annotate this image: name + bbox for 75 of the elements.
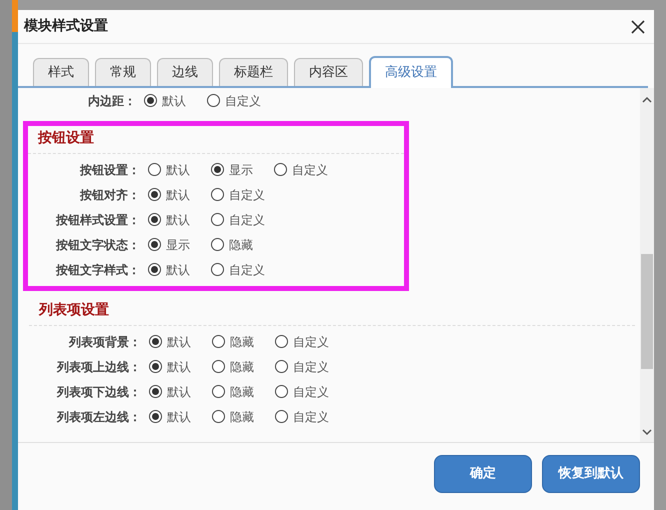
radio-icon	[149, 385, 162, 398]
radio-option[interactable]: 自定义	[211, 186, 274, 204]
radio-option[interactable]: 默认	[148, 260, 211, 278]
radio-icon	[148, 213, 161, 226]
radio-icon	[149, 410, 162, 423]
radio-option[interactable]: 隐藏	[212, 408, 275, 426]
radio-icon	[211, 238, 224, 251]
radio-icon	[275, 410, 288, 423]
field-label: 列表项上边线：	[56, 358, 141, 376]
radio-icon	[149, 335, 162, 348]
radio-option[interactable]: 自定义	[211, 210, 274, 228]
section-title: 列表项设置	[39, 301, 109, 320]
radio-option[interactable]: 默认	[149, 332, 212, 350]
field-label: 按钮样式设置：	[54, 212, 140, 228]
field-label: 列表项下边线：	[56, 384, 141, 400]
radio-option[interactable]: 默认	[144, 92, 207, 110]
radio-icon	[275, 385, 288, 398]
radio-icon	[149, 360, 162, 373]
radio-option[interactable]: 自定义	[275, 358, 338, 376]
radio-icon	[148, 163, 161, 176]
section-title: 按钮设置	[38, 129, 94, 148]
dialog-button[interactable]: 确定	[434, 454, 532, 492]
field-label: 内边距：	[87, 92, 136, 110]
radio-option[interactable]: 自定义	[274, 160, 337, 178]
tab[interactable]: 边线	[157, 58, 213, 86]
dialog-title: 模块样式设置	[24, 17, 108, 36]
field-label: 列表项左边线：	[56, 408, 141, 426]
radio-icon	[211, 188, 224, 201]
radio-icon	[212, 385, 225, 398]
tab[interactable]: 标题栏	[219, 58, 288, 86]
radio-option[interactable]: 隐藏	[212, 358, 275, 376]
radio-option[interactable]: 显示	[211, 160, 274, 178]
radio-icon	[212, 360, 225, 373]
tab[interactable]: 内容区	[294, 58, 363, 86]
radio-option[interactable]: 默认	[148, 186, 211, 204]
radio-icon	[211, 163, 224, 176]
radio-option[interactable]: 自定义	[275, 382, 338, 400]
tab[interactable]: 高级设置	[369, 56, 453, 88]
radio-icon	[148, 188, 161, 201]
radio-icon	[211, 263, 224, 276]
radio-icon	[275, 360, 288, 373]
radio-icon	[148, 238, 161, 251]
scroll-down-icon[interactable]	[642, 428, 652, 436]
radio-icon	[212, 410, 225, 423]
radio-option[interactable]: 默认	[149, 408, 212, 426]
radio-icon	[212, 335, 225, 348]
radio-icon	[144, 94, 157, 107]
tab[interactable]: 样式	[33, 58, 89, 86]
radio-option[interactable]: 自定义	[207, 92, 270, 110]
radio-option[interactable]: 默认	[148, 160, 211, 178]
scrollbar[interactable]	[640, 88, 654, 442]
radio-option[interactable]: 自定义	[275, 332, 338, 350]
radio-option[interactable]: 默认	[148, 210, 211, 228]
scroll-up-icon[interactable]	[642, 96, 652, 104]
field-label: 按钮文字样式：	[54, 262, 140, 278]
field-label: 按钮对齐：	[78, 186, 140, 204]
radio-option[interactable]: 显示	[148, 236, 211, 254]
close-icon[interactable]	[630, 18, 646, 34]
field-label: 列表项背景：	[68, 334, 141, 350]
radio-option[interactable]: 隐藏	[212, 332, 275, 350]
radio-icon	[148, 263, 161, 276]
radio-option[interactable]: 自定义	[211, 260, 274, 278]
tab[interactable]: 常规	[95, 58, 151, 86]
radio-icon	[207, 94, 220, 107]
radio-option[interactable]: 自定义	[275, 408, 338, 426]
radio-icon	[211, 213, 224, 226]
field-label: 按钮文字状态：	[54, 236, 140, 254]
radio-option[interactable]: 隐藏	[212, 382, 275, 400]
field-label: 按钮设置：	[78, 162, 140, 178]
radio-icon	[275, 335, 288, 348]
radio-icon	[274, 163, 287, 176]
radio-option[interactable]: 默认	[149, 358, 212, 376]
radio-option[interactable]: 默认	[149, 382, 212, 400]
radio-option[interactable]: 隐藏	[211, 236, 274, 254]
dialog-button[interactable]: 恢复到默认	[542, 454, 640, 492]
